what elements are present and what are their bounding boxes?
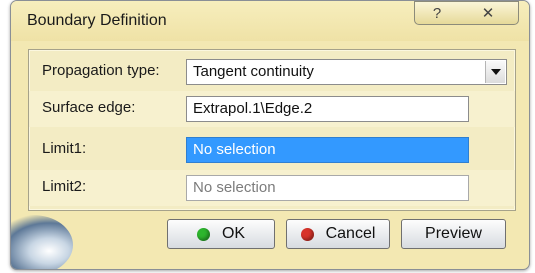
- preview-button[interactable]: Preview: [401, 219, 506, 249]
- help-icon: ?: [432, 4, 442, 22]
- catia-logo-swirl: [11, 215, 73, 269]
- ok-button[interactable]: OK: [167, 219, 275, 249]
- limit2-row: Limit2: No selection: [29, 170, 515, 206]
- boundary-definition-dialog: Boundary Definition ? ✕ Propagation type…: [10, 0, 530, 270]
- preview-label: Preview: [425, 225, 482, 242]
- ok-label: OK: [221, 225, 246, 242]
- dialog-title: Boundary Definition: [27, 12, 167, 29]
- surface-edge-label: Surface edge:: [42, 99, 136, 116]
- surface-edge-row: Surface edge: Extrapol.1\Edge.2: [29, 91, 515, 127]
- limit1-value: No selection: [193, 141, 276, 158]
- propagation-type-value: Tangent continuity: [193, 63, 314, 80]
- cancel-button[interactable]: Cancel: [286, 219, 390, 249]
- form-panel: Propagation type: Tangent continuity Sur…: [28, 49, 516, 211]
- ok-icon: [196, 227, 210, 241]
- propagation-type-label: Propagation type:: [42, 62, 160, 79]
- title-bar: Boundary Definition ? ✕: [11, 1, 529, 41]
- propagation-row: Propagation type: Tangent continuity: [29, 54, 515, 90]
- limit2-field[interactable]: No selection: [186, 175, 469, 201]
- cancel-icon: [300, 227, 314, 241]
- cancel-label: Cancel: [325, 225, 376, 242]
- chevron-down-icon[interactable]: [485, 61, 505, 83]
- surface-edge-value: Extrapol.1\Edge.2: [193, 100, 313, 117]
- limit1-row: Limit1: No selection: [29, 132, 515, 168]
- close-button[interactable]: ✕: [458, 1, 519, 25]
- help-button[interactable]: ?: [414, 1, 460, 25]
- limit2-value: No selection: [193, 179, 276, 196]
- propagation-type-select[interactable]: Tangent continuity: [186, 59, 507, 85]
- limit1-field[interactable]: No selection: [186, 137, 469, 163]
- surface-edge-field[interactable]: Extrapol.1\Edge.2: [186, 96, 469, 122]
- limit2-label: Limit2:: [42, 178, 87, 195]
- close-icon: ✕: [481, 5, 495, 22]
- limit1-label: Limit1:: [42, 140, 87, 157]
